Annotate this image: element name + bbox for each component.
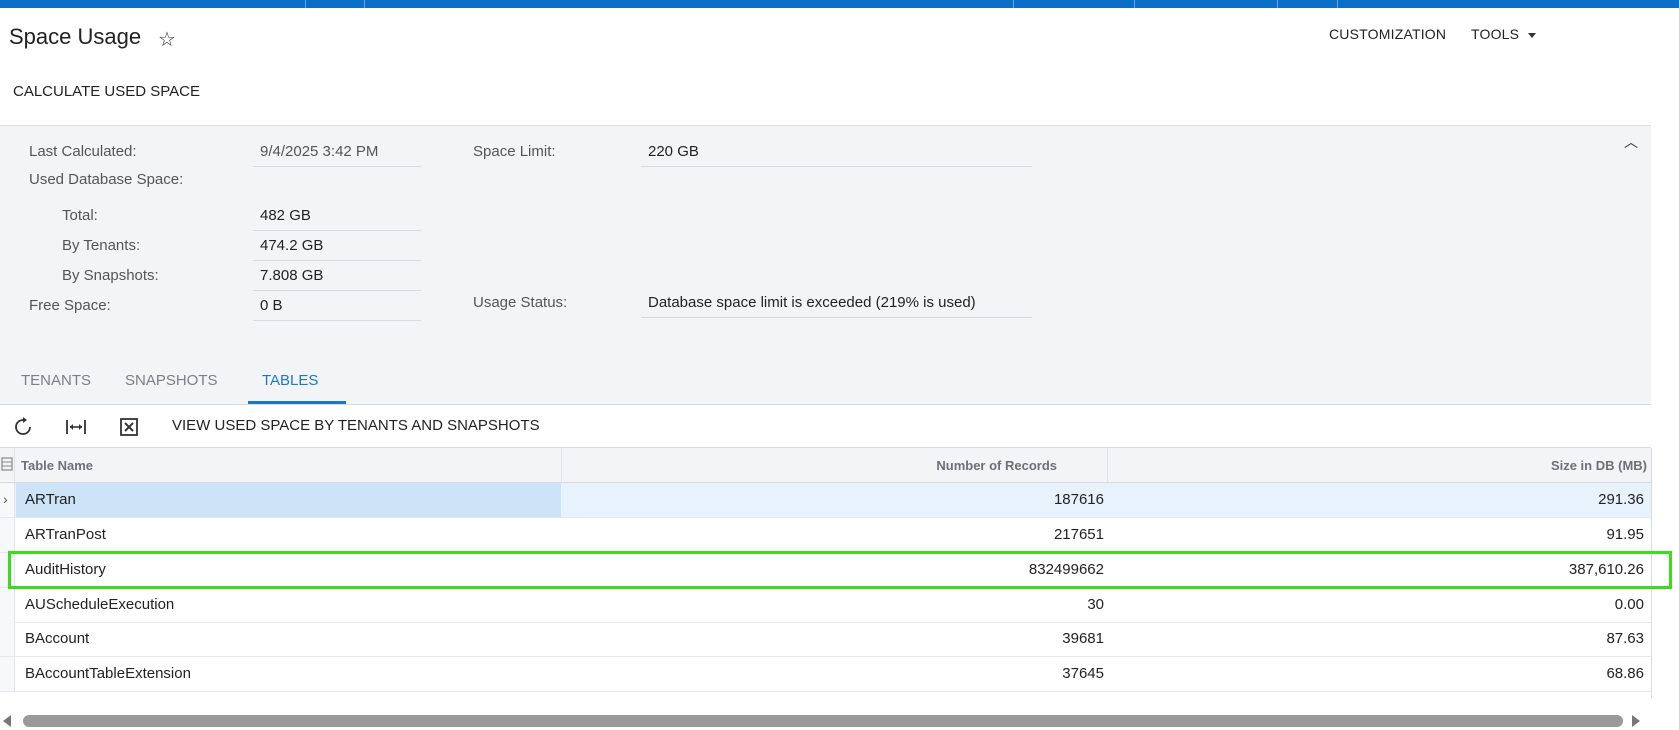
chevron-up-icon[interactable]: ︿ xyxy=(1624,132,1638,152)
tab-tables[interactable]: TABLES xyxy=(262,372,318,389)
cell-size-in-db: 68.86 xyxy=(1606,665,1644,682)
column-header-size-in-db[interactable]: Size in DB (MB) xyxy=(1551,458,1647,473)
top-nav-divider xyxy=(1337,0,1338,8)
top-nav-divider xyxy=(1134,0,1135,8)
column-divider xyxy=(561,448,562,482)
column-settings-icon[interactable] xyxy=(1,457,13,471)
page-title: Space Usage xyxy=(9,24,142,49)
row-indicator xyxy=(0,622,15,656)
cell-size-in-db: 291.36 xyxy=(1598,491,1644,508)
row-indicator xyxy=(0,518,15,552)
export-excel-icon[interactable] xyxy=(118,416,140,438)
by-snapshots-value: 7.808 GB xyxy=(253,263,421,291)
calculate-used-space-button[interactable]: CALCULATE USED SPACE xyxy=(13,83,200,100)
table-row[interactable]: ARTranPost 217651 91.95 xyxy=(0,518,1651,553)
cell-table-name: AUScheduleExecution xyxy=(25,596,175,613)
tools-menu-button[interactable]: TOOLS xyxy=(1471,26,1537,42)
usage-status-label: Usage Status: xyxy=(473,294,568,311)
row-indicator xyxy=(0,553,15,587)
column-divider xyxy=(1107,448,1108,482)
by-snapshots-label: By Snapshots: xyxy=(62,267,159,284)
grid-header xyxy=(0,448,1651,483)
table-row[interactable]: BAccount 39681 87.63 xyxy=(0,622,1651,657)
cell-table-name: ARTran xyxy=(25,491,76,508)
cell-number-of-records: 187616 xyxy=(1053,491,1104,508)
column-divider xyxy=(14,448,15,482)
top-nav-divider xyxy=(305,0,306,8)
by-tenants-label: By Tenants: xyxy=(62,237,141,254)
row-indicator xyxy=(0,657,15,691)
column-header-table-name[interactable]: Table Name xyxy=(21,458,93,473)
cell-table-name: BAccount xyxy=(25,630,90,647)
cell-size-in-db: 387,610.26 xyxy=(1568,561,1644,578)
last-calculated-label: Last Calculated: xyxy=(29,143,137,160)
row-chevron-icon: › xyxy=(3,491,8,507)
table-row[interactable]: AUScheduleExecution 30 0.00 xyxy=(0,588,1651,623)
row-indicator: › xyxy=(0,483,15,517)
top-nav-divider xyxy=(1277,0,1278,8)
cell-size-in-db: 0.00 xyxy=(1614,596,1644,613)
cell-size-in-db: 91.95 xyxy=(1606,526,1644,543)
total-label: Total: xyxy=(62,207,98,224)
total-value: 482 GB xyxy=(253,203,421,231)
table-row[interactable]: › ARTran 187616 291.36 xyxy=(0,483,1651,518)
cell-number-of-records: 30 xyxy=(1087,596,1104,613)
table-row[interactable]: BAccountTableExtension 37645 68.86 xyxy=(0,657,1651,692)
cell-number-of-records: 217651 xyxy=(1053,526,1104,543)
cell-table-name: BAccountTableExtension xyxy=(25,665,191,682)
used-db-space-label: Used Database Space: xyxy=(29,171,184,188)
free-space-value: 0 B xyxy=(253,293,421,321)
customization-button[interactable]: CUSTOMIZATION xyxy=(1329,26,1446,42)
summary-panel xyxy=(0,125,1651,406)
scrollbar-thumb[interactable] xyxy=(23,715,1623,727)
space-limit-label: Space Limit: xyxy=(473,143,556,160)
top-nav-divider xyxy=(1013,0,1014,8)
scroll-left-arrow-icon[interactable] xyxy=(3,715,11,727)
cell-table-name: ARTranPost xyxy=(25,526,106,543)
row-indicator xyxy=(0,588,15,622)
top-nav-bar xyxy=(0,0,1679,8)
top-nav-divider xyxy=(364,0,365,8)
column-header-number-of-records[interactable]: Number of Records xyxy=(936,458,1057,473)
space-limit-value: 220 GB xyxy=(641,139,1032,167)
selected-cell xyxy=(16,483,561,517)
usage-status-value: Database space limit is exceeded (219% i… xyxy=(641,290,1032,318)
refresh-icon[interactable] xyxy=(12,416,34,438)
scroll-right-arrow-icon[interactable] xyxy=(1632,715,1640,727)
caret-down-icon xyxy=(1528,32,1537,38)
star-icon[interactable]: ☆ xyxy=(158,27,176,52)
cell-number-of-records: 832499662 xyxy=(1028,561,1104,578)
view-used-space-button[interactable]: VIEW USED SPACE BY TENANTS AND SNAPSHOTS xyxy=(172,417,540,434)
cell-number-of-records: 39681 xyxy=(1062,630,1104,647)
last-calculated-value: 9/4/2025 3:42 PM xyxy=(253,139,421,167)
cell-size-in-db: 87.63 xyxy=(1606,630,1644,647)
tools-label: TOOLS xyxy=(1471,26,1520,42)
cell-number-of-records: 37645 xyxy=(1062,665,1104,682)
fit-columns-icon[interactable] xyxy=(65,416,87,438)
by-tenants-value: 474.2 GB xyxy=(253,233,421,261)
free-space-label: Free Space: xyxy=(29,297,111,314)
tab-tenants[interactable]: TENANTS xyxy=(21,372,91,389)
grid-right-border xyxy=(1651,448,1652,698)
tab-snapshots[interactable]: SNAPSHOTS xyxy=(125,372,218,389)
table-row[interactable]: AuditHistory 832499662 387,610.26 xyxy=(0,553,1651,588)
cell-table-name: AuditHistory xyxy=(25,561,106,578)
